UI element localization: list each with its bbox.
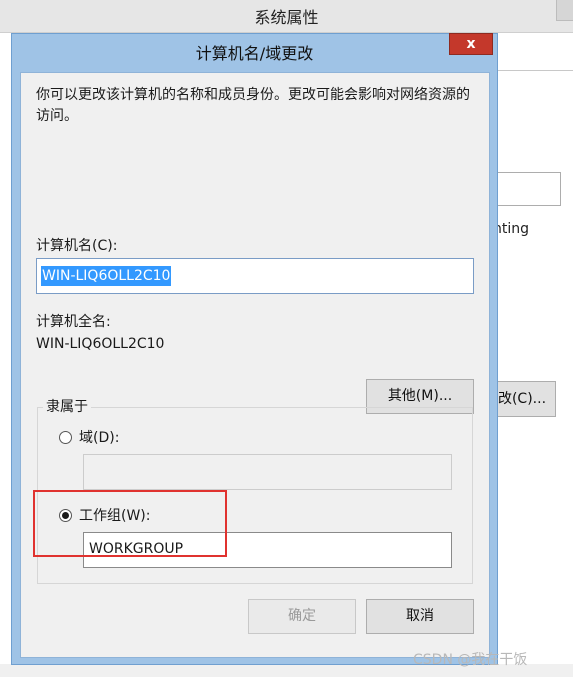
domain-radio[interactable] xyxy=(59,431,72,444)
computer-name-input[interactable]: WIN-LIQ6OLL2C10 xyxy=(36,258,474,294)
system-properties-close-edge[interactable] xyxy=(556,0,573,21)
dialog-description: 你可以更改该计算机的名称和成员身份。更改可能会影响对网络资源的访问。 xyxy=(36,87,470,124)
computer-name-label: 计算机名(C): xyxy=(36,238,118,254)
computer-name-selected-text: WIN-LIQ6OLL2C10 xyxy=(41,266,172,286)
ok-button[interactable]: 确定 xyxy=(248,599,356,634)
system-properties-description-input[interactable] xyxy=(497,172,561,206)
dialog-client-area: 你可以更改该计算机的名称和成员身份。更改可能会影响对网络资源的访问。 计算机名(… xyxy=(20,72,490,658)
system-properties-partial-text: nting xyxy=(493,221,530,237)
computer-name-dialog: 计算机名/域更改 x 你可以更改该计算机的名称和成员身份。更改可能会影响对网络资… xyxy=(11,33,498,665)
workgroup-highlight-box xyxy=(33,490,227,557)
close-icon: x xyxy=(466,36,476,52)
domain-label: 域(D): xyxy=(79,430,120,446)
system-properties-change-button[interactable]: 改(C)... xyxy=(488,381,556,417)
system-properties-tab-divider xyxy=(495,70,573,71)
full-name-value: WIN-LIQ6OLL2C10 xyxy=(36,336,165,352)
domain-input[interactable] xyxy=(83,454,452,490)
system-properties-title: 系统属性 xyxy=(254,8,319,27)
dialog-title: 计算机名/域更改 xyxy=(195,44,314,63)
full-name-label: 计算机全名: xyxy=(36,314,111,330)
watermark: CSDN @我在干饭 xyxy=(413,652,528,668)
system-properties-titlebar: 系统属性 xyxy=(0,0,573,33)
cancel-button[interactable]: 取消 xyxy=(366,599,474,634)
member-of-legend: 隶属于 xyxy=(43,396,91,416)
close-button[interactable]: x xyxy=(449,33,493,55)
